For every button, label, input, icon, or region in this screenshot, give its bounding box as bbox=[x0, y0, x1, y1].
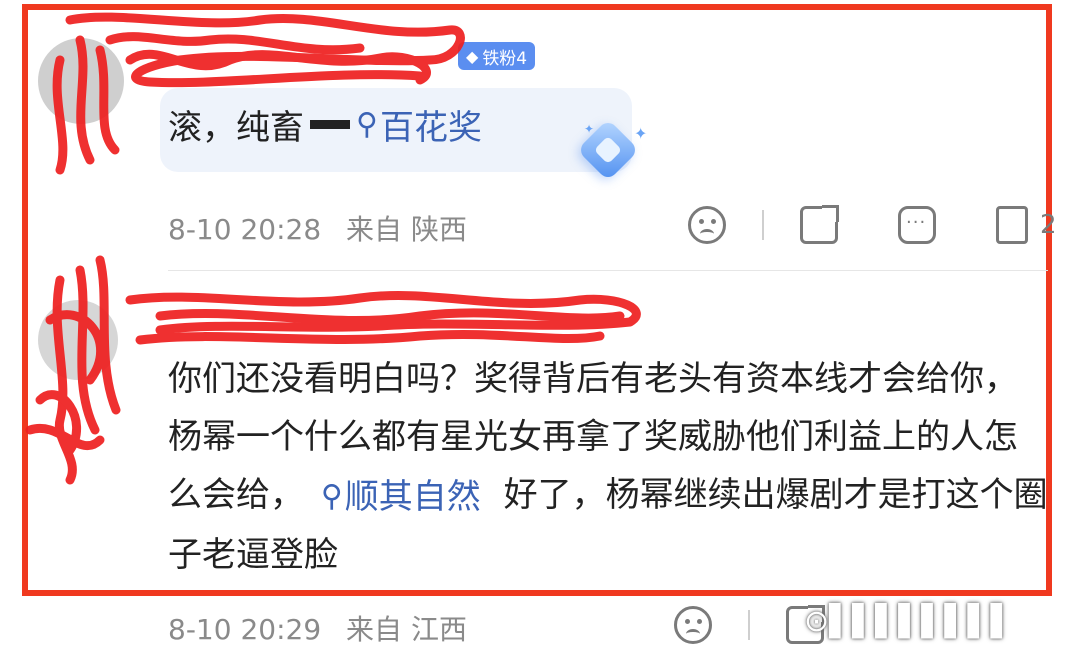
location: 来自 江西 bbox=[346, 613, 467, 646]
comment-actions: 2 bbox=[688, 205, 1057, 244]
sad-face-icon[interactable] bbox=[674, 606, 712, 644]
timestamp: 8-10 20:28 bbox=[168, 213, 322, 246]
search-icon: ⚲ bbox=[356, 107, 378, 142]
sparkle-icon: ✦ bbox=[584, 122, 595, 136]
timestamp: 8-10 20:29 bbox=[168, 613, 322, 646]
fan-badge[interactable]: ◆ 铁粉4 bbox=[458, 42, 536, 70]
search-icon: ⚲ bbox=[320, 479, 343, 514]
share-icon[interactable] bbox=[800, 205, 839, 244]
thumbs-up-icon[interactable] bbox=[996, 206, 1028, 244]
divider bbox=[748, 610, 750, 640]
comment-meta: 8-10 20:29 来自 江西 bbox=[168, 608, 483, 648]
comment-text-part: 滚，纯畜 bbox=[168, 108, 304, 148]
topic-link[interactable]: ⚲ 百花奖 bbox=[356, 100, 482, 149]
avatar[interactable] bbox=[38, 300, 118, 380]
comment-text: 你们还没看明白吗？奖得背后有老头有资本线才会给你，杨幂一个什么都有星光女再拿了奖… bbox=[168, 350, 1048, 584]
topic-label: 顺其自然 bbox=[344, 477, 481, 517]
fan-badge-label: 铁粉4 bbox=[482, 48, 528, 69]
comment-icon[interactable] bbox=[898, 206, 936, 244]
location: 来自 陕西 bbox=[346, 213, 467, 246]
watermark: ⊙▌▌▌▌▌▌▌▌ bbox=[804, 604, 1014, 639]
diamond-icon: ◆ bbox=[466, 46, 479, 66]
sad-face-icon[interactable] bbox=[688, 206, 726, 244]
divider bbox=[762, 210, 764, 240]
sparkle-icon: ✦ bbox=[634, 124, 648, 143]
comment-text: 滚，纯畜 ⚲ 百花奖 bbox=[168, 100, 482, 149]
topic-label: 百花奖 bbox=[379, 108, 482, 148]
topic-link[interactable]: ⚲ 顺其自然 bbox=[321, 468, 481, 526]
comment-meta: 8-10 20:28 来自 陕西 bbox=[168, 208, 483, 248]
dash-mark bbox=[310, 120, 350, 129]
like-count: 2 bbox=[1040, 210, 1057, 240]
comment-divider bbox=[168, 270, 1048, 271]
avatar[interactable] bbox=[38, 38, 124, 124]
